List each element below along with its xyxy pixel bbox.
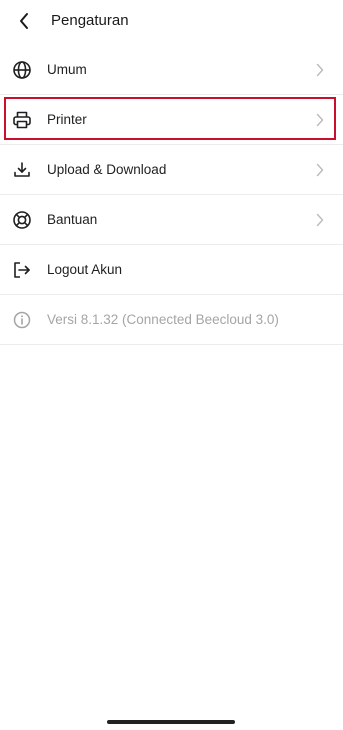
chevron-right-icon	[316, 213, 324, 227]
header: Pengaturan	[0, 0, 343, 44]
version-label: Versi 8.1.32 (Connected Beecloud 3.0)	[47, 312, 279, 327]
menu-item-logout[interactable]: Logout Akun	[0, 245, 343, 295]
menu-item-printer[interactable]: Printer	[0, 95, 343, 145]
settings-screen: Pengaturan Umum Printer Upload & Downloa…	[0, 0, 343, 730]
menu-item-label: Upload & Download	[47, 162, 167, 177]
menu-item-label: Bantuan	[47, 212, 98, 227]
home-indicator[interactable]	[107, 720, 235, 724]
globe-icon	[12, 60, 32, 80]
menu-item-umum[interactable]: Umum	[0, 45, 343, 95]
chevron-right-icon	[316, 63, 324, 77]
info-icon	[12, 310, 32, 330]
lifebuoy-icon	[12, 210, 32, 230]
back-button[interactable]	[10, 7, 38, 35]
chevron-right-icon	[316, 163, 324, 177]
menu-item-label: Printer	[47, 112, 87, 127]
version-info: Versi 8.1.32 (Connected Beecloud 3.0)	[0, 295, 343, 345]
download-icon	[12, 160, 32, 180]
menu-item-upload-download[interactable]: Upload & Download	[0, 145, 343, 195]
menu-item-label: Logout Akun	[47, 262, 123, 277]
menu-item-bantuan[interactable]: Bantuan	[0, 195, 343, 245]
settings-menu: Umum Printer Upload & Download Bantuan L…	[0, 45, 343, 345]
chevron-left-icon	[20, 13, 28, 29]
printer-icon	[12, 110, 32, 130]
menu-item-label: Umum	[47, 62, 87, 77]
page-title: Pengaturan	[51, 12, 129, 29]
logout-icon	[12, 260, 32, 280]
chevron-right-icon	[316, 113, 324, 127]
